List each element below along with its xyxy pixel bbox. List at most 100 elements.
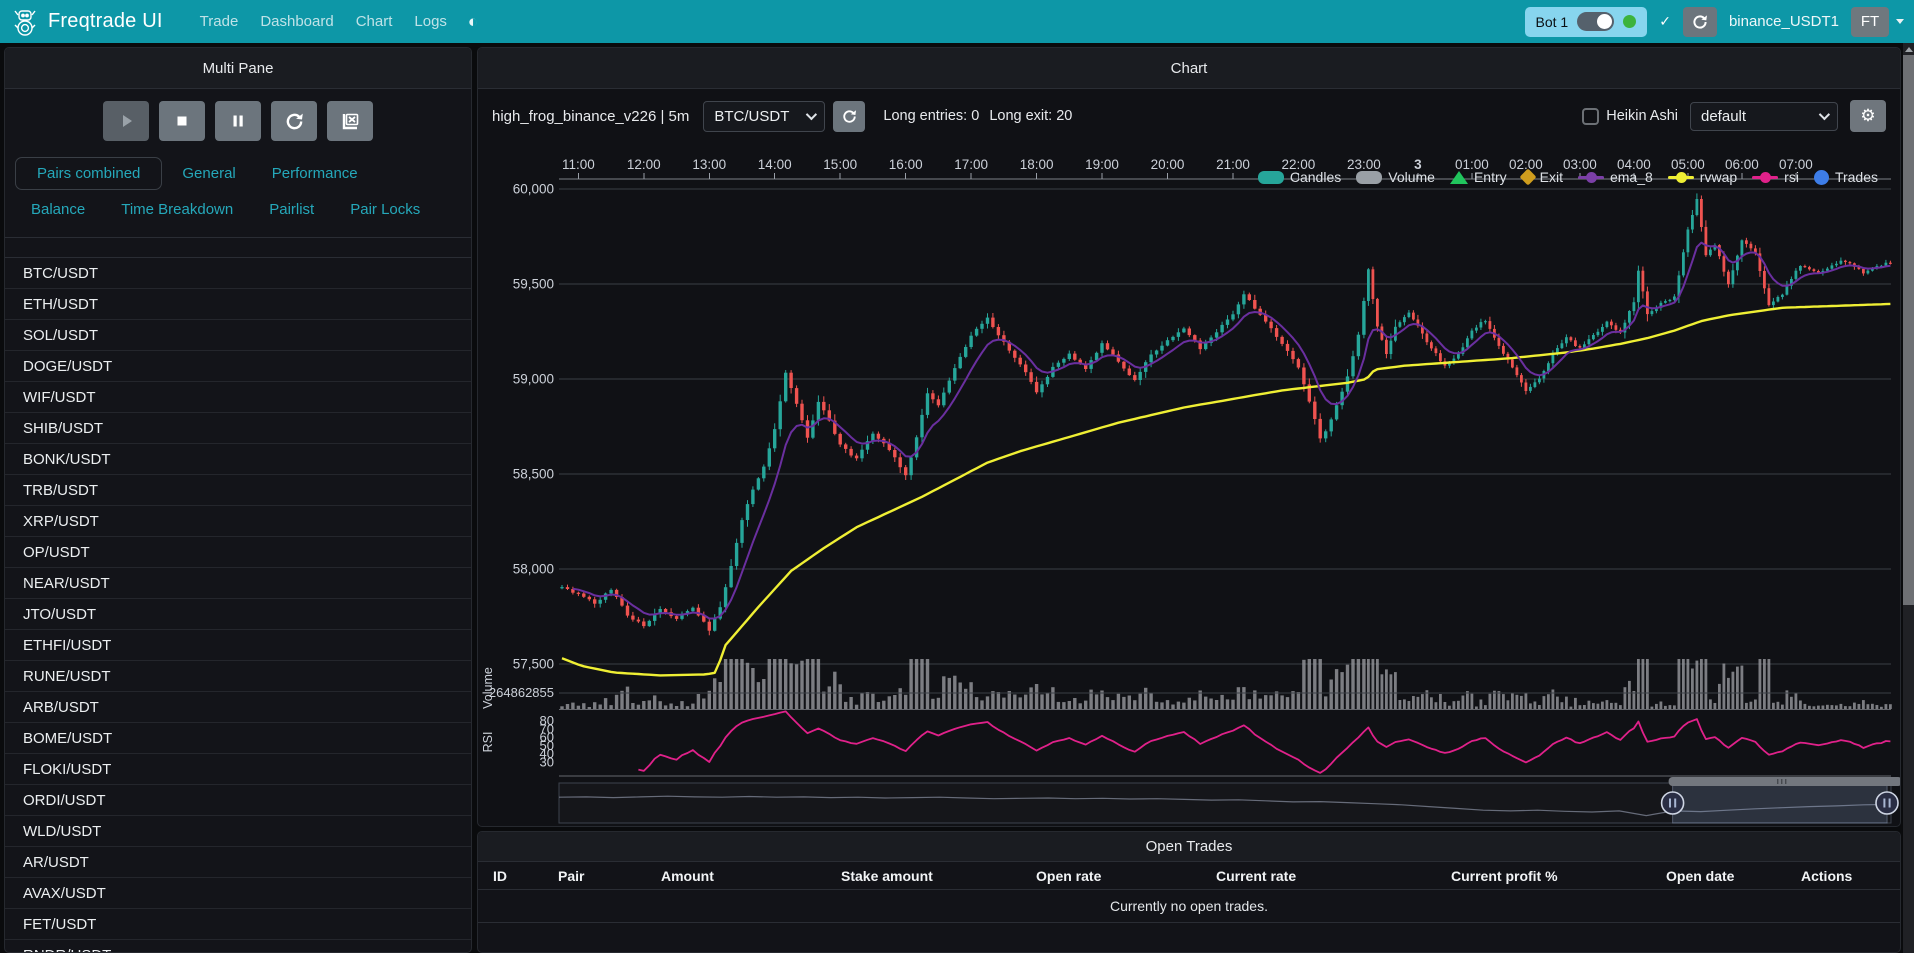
- pair-row[interactable]: NEAR/USDT: [5, 568, 471, 599]
- pair-row[interactable]: BTC/USDT: [5, 258, 471, 289]
- tab-balance[interactable]: Balance: [15, 194, 101, 225]
- nav-item-chart[interactable]: Chart: [356, 13, 393, 30]
- freqtrade-robot-logo: [12, 7, 38, 37]
- x-axis-label: 12:00: [627, 157, 661, 172]
- plot-config-select[interactable]: default: [1690, 102, 1838, 131]
- chart-refresh-button[interactable]: [833, 101, 865, 132]
- chart-toolbar: high_frog_binance_v226 | 5m BTC/USDT Lon…: [478, 96, 1900, 136]
- bot-enable-toggle[interactable]: [1577, 12, 1614, 31]
- legend-item-volume[interactable]: Volume: [1356, 169, 1435, 185]
- pair-row[interactable]: FLOKI/USDT: [5, 754, 471, 785]
- refresh-icon: [1692, 14, 1708, 30]
- pair-row[interactable]: SHIB/USDT: [5, 413, 471, 444]
- rsi-axis: 807060504030RSI: [481, 713, 1891, 776]
- legend-item-rsi[interactable]: rsi: [1752, 169, 1799, 185]
- pair-row[interactable]: AVAX/USDT: [5, 878, 471, 909]
- pair-row[interactable]: RUNE/USDT: [5, 661, 471, 692]
- pair-row[interactable]: WLD/USDT: [5, 816, 471, 847]
- nav-item-trade[interactable]: Trade: [200, 13, 239, 30]
- user-menu[interactable]: FT: [1851, 7, 1904, 37]
- tab-pairlist[interactable]: Pairlist: [253, 194, 330, 225]
- pair-row[interactable]: WIF/USDT: [5, 382, 471, 413]
- rsi-tick-label: 80: [540, 713, 554, 728]
- pair-row[interactable]: DOGE/USDT: [5, 351, 471, 382]
- pair-row[interactable]: ETHFI/USDT: [5, 630, 471, 661]
- heikin-ashi-checkbox[interactable]: [1582, 108, 1599, 125]
- bot-instance-name: binance_USDT1: [1729, 13, 1839, 30]
- scrollbar-thumb[interactable]: [1903, 55, 1914, 605]
- pair-row[interactable]: FET/USDT: [5, 909, 471, 940]
- multi-pane-panel: Multi Pane Pairs combinedGeneralPerforma…: [4, 47, 472, 953]
- pair-row[interactable]: RNDR/USDT: [5, 940, 471, 953]
- rsi-tick-label: 70: [540, 721, 554, 736]
- chart-panel: Chart high_frog_binance_v226 | 5m BTC/US…: [477, 47, 1901, 827]
- y-axis-label: 59,500: [513, 277, 554, 292]
- pause-button[interactable]: [215, 101, 261, 141]
- clear-chart-button[interactable]: [327, 101, 373, 141]
- tab-time-breakdown[interactable]: Time Breakdown: [105, 194, 249, 225]
- legend-item-exit[interactable]: Exit: [1522, 169, 1563, 185]
- theme-toggle-icon[interactable]: ◐: [468, 12, 478, 32]
- pair-row[interactable]: ORDI/USDT: [5, 785, 471, 816]
- pair-row[interactable]: BONK/USDT: [5, 444, 471, 475]
- y-axis-label: 60,000: [513, 182, 554, 197]
- pair-row[interactable]: XRP/USDT: [5, 506, 471, 537]
- nav-item-logs[interactable]: Logs: [414, 13, 447, 30]
- column-header-id: ID: [493, 868, 558, 884]
- column-header-stake-amount: Stake amount: [841, 868, 1036, 884]
- chevron-down-icon: [806, 109, 817, 120]
- datazoom-navigator[interactable]: [559, 777, 1901, 823]
- x-axis-label: 15:00: [823, 157, 857, 172]
- bot-name: Bot 1: [1536, 14, 1569, 30]
- datazoom-left-handle[interactable]: [1662, 792, 1684, 814]
- stop-button[interactable]: [159, 101, 205, 141]
- stop-icon: [172, 111, 192, 131]
- column-header-amount: Amount: [661, 868, 841, 884]
- app-title: Freqtrade UI: [48, 10, 163, 33]
- candles-legend-marker: [1258, 171, 1284, 184]
- avatar: FT: [1851, 7, 1889, 37]
- legend-item-rvwap[interactable]: rvwap: [1668, 169, 1737, 185]
- legend-item-ema_8[interactable]: ema_8: [1578, 169, 1653, 185]
- datazoom-selection[interactable]: [1673, 783, 1888, 823]
- refresh-button[interactable]: [271, 101, 317, 141]
- check-icon: ✓: [1659, 13, 1671, 30]
- legend-item-trades[interactable]: Trades: [1814, 169, 1878, 185]
- x-axis-label: 11:00: [562, 157, 595, 172]
- plot-settings-button[interactable]: ⚙: [1850, 100, 1886, 132]
- main-menu: Trade Dashboard Chart Logs: [189, 13, 458, 31]
- rvwap-line: [562, 304, 1890, 676]
- x-axis-label: 19:00: [1085, 157, 1119, 172]
- bot-selector-badge[interactable]: Bot 1: [1525, 7, 1648, 37]
- chart-panel-title: Chart: [478, 48, 1900, 89]
- page-scrollbar[interactable]: [1903, 43, 1914, 953]
- pair-row[interactable]: OP/USDT: [5, 537, 471, 568]
- tab-performance[interactable]: Performance: [256, 158, 374, 189]
- tab-pair-locks[interactable]: Pair Locks: [334, 194, 436, 225]
- reload-bot-button[interactable]: [1683, 7, 1717, 37]
- pair-select[interactable]: BTC/USDT: [703, 101, 825, 132]
- play-button[interactable]: [103, 101, 149, 141]
- pair-row[interactable]: JTO/USDT: [5, 599, 471, 630]
- rsi-tick-label: 40: [540, 746, 554, 761]
- refresh-icon: [285, 112, 304, 131]
- pair-row[interactable]: ARB/USDT: [5, 692, 471, 723]
- tab-general[interactable]: General: [166, 158, 251, 189]
- pair-row[interactable]: BOME/USDT: [5, 723, 471, 754]
- refresh-icon: [842, 109, 857, 124]
- navbar-right: Bot 1 ✓ binance_USDT1 FT: [1525, 7, 1905, 37]
- pair-row[interactable]: ETH/USDT: [5, 289, 471, 320]
- pair-row[interactable]: TRB/USDT: [5, 475, 471, 506]
- scroll-up-arrow-icon[interactable]: [1905, 47, 1913, 52]
- chevron-down-icon: [1896, 19, 1904, 24]
- legend-item-candles[interactable]: Candles: [1258, 169, 1341, 185]
- volume-axis: 264862855Volume: [481, 667, 1891, 709]
- datazoom-right-handle[interactable]: [1876, 792, 1898, 814]
- pair-row[interactable]: AR/USDT: [5, 847, 471, 878]
- nav-item-dashboard[interactable]: Dashboard: [260, 13, 333, 30]
- column-header-open-rate: Open rate: [1036, 868, 1216, 884]
- datazoom-scrollbar[interactable]: [1669, 777, 1901, 786]
- pair-row[interactable]: SOL/USDT: [5, 320, 471, 351]
- legend-item-entry[interactable]: Entry: [1450, 169, 1507, 185]
- tab-pairs-combined[interactable]: Pairs combined: [15, 157, 162, 190]
